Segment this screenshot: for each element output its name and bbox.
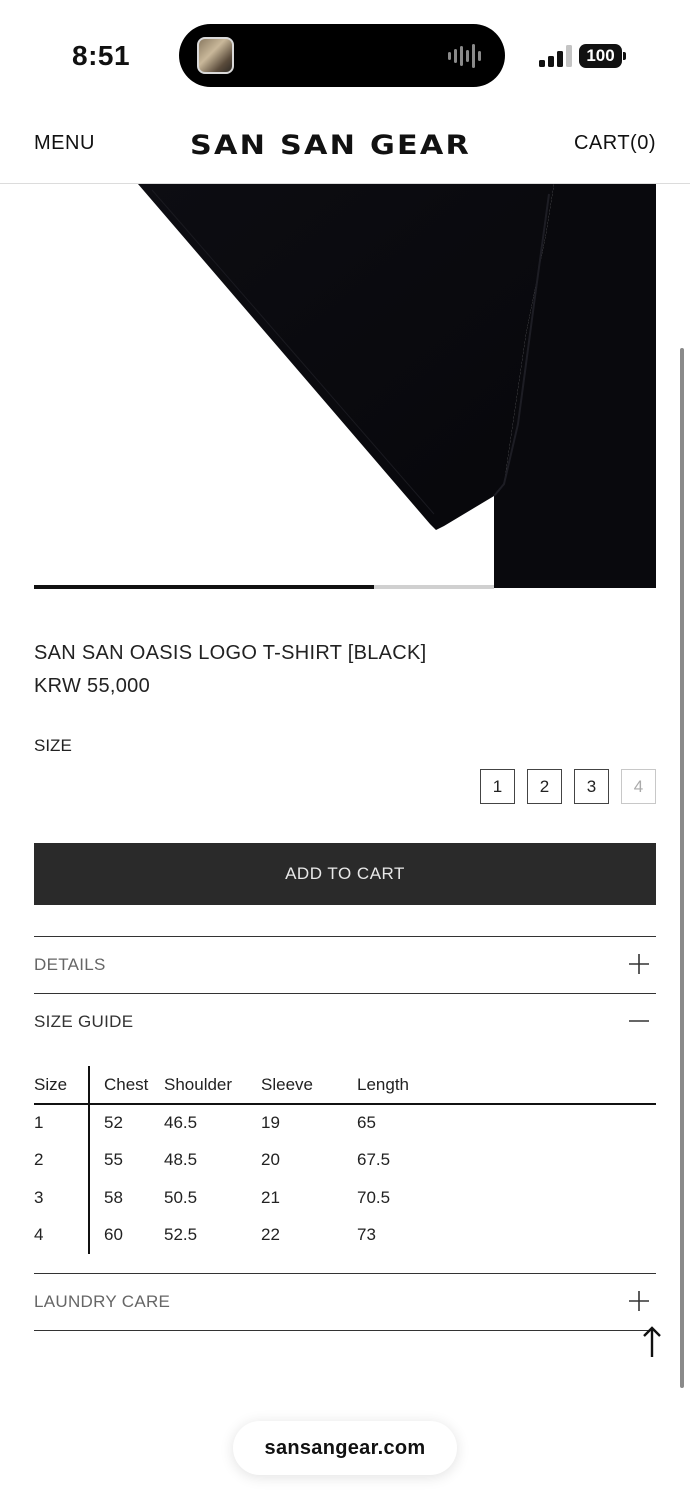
table-row: 2 55 48.5 20 67.5 — [34, 1141, 656, 1179]
table-cell: 52 — [104, 1113, 123, 1133]
table-cell: 50.5 — [164, 1187, 198, 1207]
column-header-size: Size — [34, 1066, 90, 1105]
table-cell: 21 — [261, 1187, 280, 1207]
size-options: 1 2 3 4 — [480, 769, 656, 804]
table-row: 1 52 46.5 19 65 — [34, 1104, 656, 1142]
product-image[interactable] — [34, 184, 656, 588]
scroll-to-top-arrow-icon[interactable] — [640, 1325, 664, 1359]
column-header-shoulder: Shoulder — [164, 1066, 261, 1105]
column-header-sleeve: Sleeve — [261, 1066, 357, 1105]
table-cell: 73 — [357, 1225, 376, 1245]
image-carousel-progress — [34, 585, 494, 589]
size-guide-table: Size Chest Shoulder Sleeve Length 1 52 4… — [34, 1066, 656, 1254]
table-row: 3 58 50.5 21 70.5 — [34, 1179, 656, 1217]
accordion-details[interactable]: DETAILS — [34, 936, 656, 993]
table-cell: 2 — [34, 1141, 90, 1179]
size-option-3[interactable]: 3 — [574, 769, 609, 804]
table-cell: 48.5 — [164, 1150, 198, 1170]
table-cell: 52.5 — [164, 1225, 198, 1245]
plus-icon[interactable] — [628, 1290, 650, 1312]
table-cell: 60 — [104, 1225, 123, 1245]
brand-logo[interactable]: SAN SAN GEAR — [190, 130, 471, 161]
add-to-cart-button[interactable]: ADD TO CART — [34, 843, 656, 905]
battery-icon: 100 — [579, 44, 627, 68]
size-label: SIZE — [34, 736, 72, 755]
signal-icon — [539, 45, 572, 67]
carousel-progress-fill — [34, 585, 375, 589]
table-cell: 1 — [34, 1104, 90, 1142]
url-bar[interactable]: sansangear.com — [233, 1421, 457, 1475]
now-playing-thumbnail[interactable] — [197, 37, 234, 74]
accordion-laundry-care-title[interactable]: LAUNDRY CARE — [34, 1292, 170, 1312]
size-option-4[interactable]: 4 — [621, 769, 656, 804]
table-cell: 22 — [261, 1225, 280, 1245]
divider — [34, 1330, 656, 1331]
product-name: SAN SAN OASIS LOGO T-SHIRT [BLACK] — [34, 642, 427, 664]
table-cell: 65 — [357, 1113, 376, 1133]
table-cell: 19 — [261, 1113, 280, 1133]
scrollbar[interactable] — [680, 348, 684, 1388]
dynamic-island[interactable] — [179, 24, 505, 87]
table-cell: 4 — [34, 1216, 90, 1254]
plus-icon[interactable] — [628, 953, 650, 975]
minus-icon[interactable] — [628, 1010, 650, 1032]
table-row: 4 60 52.5 22 73 — [34, 1216, 656, 1254]
table-cell: 67.5 — [357, 1150, 391, 1170]
product-price: KRW 55,000 — [34, 675, 151, 697]
cart-button[interactable]: CART(0) — [574, 132, 656, 155]
accordion-size-guide[interactable]: SIZE GUIDE — [34, 993, 656, 1050]
size-option-1[interactable]: 1 — [480, 769, 515, 804]
column-header-chest: Chest — [89, 1066, 164, 1105]
status-time: 8:51 — [72, 40, 131, 71]
menu-button[interactable]: MENU — [34, 132, 95, 155]
accordion-details-title[interactable]: DETAILS — [34, 955, 106, 975]
table-cell: 20 — [261, 1150, 280, 1170]
table-cell: 46.5 — [164, 1113, 198, 1133]
table-header-row: Size Chest Shoulder Sleeve Length — [34, 1066, 656, 1105]
size-option-2[interactable]: 2 — [527, 769, 562, 804]
battery-level: 100 — [579, 44, 622, 68]
accordion-laundry-care[interactable]: LAUNDRY CARE — [34, 1273, 656, 1330]
site-header: MENU SAN SAN GEAR CART(0) — [0, 108, 690, 184]
table-cell: 58 — [104, 1187, 123, 1207]
table-cell: 55 — [104, 1150, 123, 1170]
accordion-size-guide-title[interactable]: SIZE GUIDE — [34, 1012, 133, 1032]
table-cell: 3 — [34, 1179, 90, 1217]
column-header-length: Length — [357, 1066, 656, 1105]
tshirt-image — [138, 184, 656, 588]
audio-wave-icon — [448, 44, 481, 68]
table-cell: 70.5 — [357, 1187, 391, 1207]
